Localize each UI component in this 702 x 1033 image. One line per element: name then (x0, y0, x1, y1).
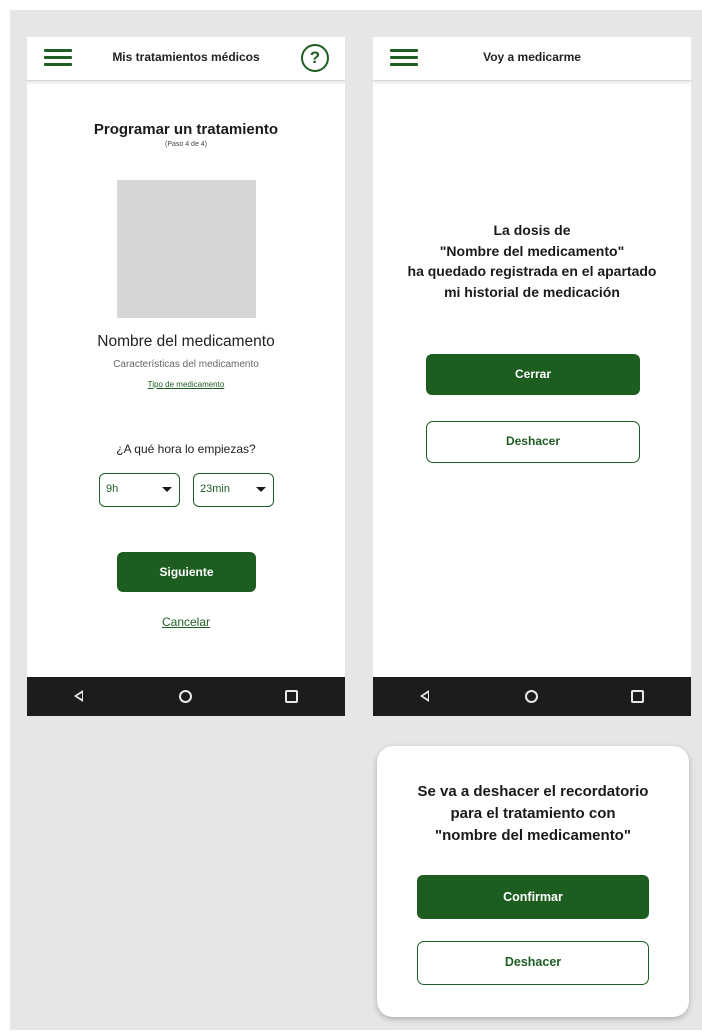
nav-recent-apps-icon[interactable] (631, 690, 644, 703)
help-circle-icon[interactable]: ? (301, 44, 329, 72)
medication-name: Nombre del medicamento (97, 333, 275, 350)
minute-select[interactable]: 23min (193, 473, 274, 507)
system-nav-bar (27, 677, 345, 716)
confirmation-line: La dosis de (493, 222, 571, 238)
confirmation-line: ha quedado registrada en el apartado (407, 263, 657, 279)
system-nav-bar (373, 677, 691, 716)
app-bar-title: Voy a medicarme (483, 50, 581, 64)
undo-reminder-dialog: Se va a deshacer el recordatorio para el… (377, 746, 689, 1017)
nav-recent-apps-icon[interactable] (285, 690, 298, 703)
step-indicator: (Paso 4 de 4) (164, 141, 208, 148)
medication-image-placeholder (117, 180, 256, 318)
medication-type-link[interactable]: Tipo de medicamento (27, 380, 345, 389)
dialog-line: para el tratamiento con (450, 805, 616, 822)
nav-home-icon[interactable] (179, 690, 192, 703)
hour-select-value: 9h (106, 483, 119, 495)
confirmation-line: mi historial de medicación (444, 283, 620, 300)
next-button[interactable]: Siguiente (117, 552, 256, 592)
nav-back-icon[interactable] (74, 690, 83, 702)
chevron-down-icon (256, 487, 266, 492)
confirm-button[interactable]: Confirmar (417, 875, 649, 919)
app-bar: Mis tratamientos médicos ? (27, 37, 345, 81)
app-bar: Voy a medicarme (373, 37, 691, 81)
confirmation-message: La dosis de "Nombre del medicamento" ha … (373, 220, 691, 302)
dose-registered-screen: Voy a medicarme La dosis de "Nombre del … (373, 37, 691, 716)
dialog-line: "nombre del medicamento" (435, 827, 631, 844)
start-time-question: ¿A qué hora lo empiezas? (116, 442, 256, 456)
undo-button[interactable]: Deshacer (426, 421, 640, 463)
nav-home-icon[interactable] (525, 690, 538, 703)
medication-characteristics: Características del medicamento (113, 359, 259, 370)
close-button[interactable]: Cerrar (426, 354, 640, 395)
undo-button[interactable]: Deshacer (417, 941, 649, 985)
chevron-down-icon (162, 487, 172, 492)
minute-select-value: 23min (200, 483, 230, 495)
confirmation-line: "Nombre del medicamento" (439, 242, 625, 259)
dialog-message: Se va a deshacer el recordatorio para el… (377, 781, 689, 847)
dialog-line: Se va a deshacer el recordatorio (417, 783, 649, 800)
hour-select[interactable]: 9h (99, 473, 180, 507)
cancel-link[interactable]: Cancelar (27, 615, 345, 629)
nav-back-icon[interactable] (420, 690, 429, 702)
schedule-treatment-screen: Mis tratamientos médicos ? Programar un … (27, 37, 345, 716)
app-bar-title: Mis tratamientos médicos (112, 50, 260, 64)
page-title: Programar un tratamiento (93, 121, 279, 138)
